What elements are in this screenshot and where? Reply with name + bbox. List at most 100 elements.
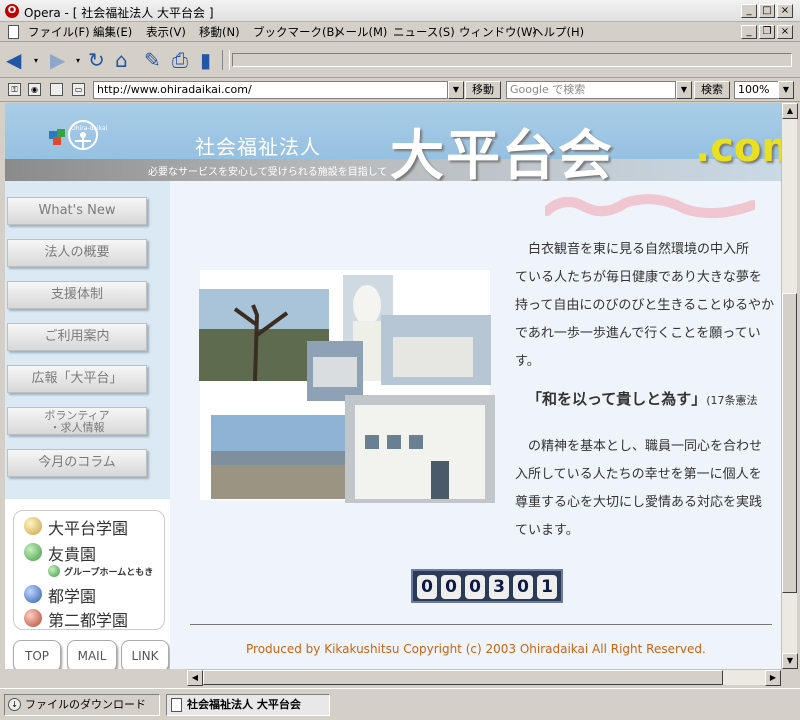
facility-miyako-2[interactable]: 第二都学園 xyxy=(24,607,128,631)
doc-close-button[interactable]: × xyxy=(777,25,793,39)
red-ball-icon xyxy=(24,609,42,627)
site-tagline: 必要なサービスを安心して受けられる施設を目指して xyxy=(148,167,388,178)
camera-icon[interactable]: ◉ xyxy=(28,83,41,96)
zoom-dropdown-icon[interactable]: ▼ xyxy=(778,81,794,99)
vertical-scrollbar[interactable]: ▲ ▼ xyxy=(781,103,798,669)
close-button[interactable]: × xyxy=(777,4,793,18)
page-viewport: Ohira-daikai 社会福祉法人 大平台会 .com 必要なサービスを安心… xyxy=(5,103,781,669)
print-icon[interactable]: ⎙ xyxy=(172,49,188,71)
go-button[interactable]: 移動 xyxy=(465,81,501,99)
hotlist-icon[interactable]: ✎ xyxy=(144,49,161,71)
maximize-button[interactable]: □ xyxy=(759,4,775,18)
back-dropdown-icon[interactable]: ▾ xyxy=(34,56,38,65)
zoom-field[interactable]: 100% xyxy=(734,81,782,99)
opera-logo-icon: O xyxy=(5,4,19,18)
menu-mail[interactable]: メール(M) xyxy=(334,24,387,40)
body-line-3: 尊重する心を大切にし愛情ある対応を実践 xyxy=(515,495,763,510)
facility-grouphome[interactable]: グループホームともき xyxy=(48,565,153,578)
page-info-icon[interactable] xyxy=(50,83,63,96)
mail-button[interactable]: MAIL xyxy=(67,640,117,669)
menu-edit[interactable]: 編集(E) xyxy=(93,24,132,40)
printer-icon[interactable]: ▭ xyxy=(72,83,85,96)
site-name: 大平台会 xyxy=(390,124,614,187)
downloads-tab[interactable]: ↓ ファイルのダウンロード xyxy=(4,694,160,716)
facility-miyako[interactable]: 都学園 xyxy=(24,583,96,607)
motto-note: (17条憲法 xyxy=(706,394,758,407)
reload-icon[interactable]: ↻ xyxy=(88,49,105,71)
back-icon[interactable]: ◀ xyxy=(6,49,21,71)
body-line-1: の精神を基本とし、職員一同心を合わせ xyxy=(528,439,763,454)
menu-news[interactable]: ニュース(S) xyxy=(393,24,455,40)
horizontal-scrollbar[interactable]: ◀ ▶ xyxy=(187,669,781,686)
site-header: Ohira-daikai 社会福祉法人 大平台会 .com 必要なサービスを安心… xyxy=(5,103,781,187)
menu-navigate[interactable]: 移動(N) xyxy=(199,24,240,40)
menu-view[interactable]: 表示(V) xyxy=(146,24,186,40)
scroll-right-icon[interactable]: ▶ xyxy=(765,670,781,686)
menu-help[interactable]: ヘルプ(H) xyxy=(532,24,584,40)
logo-text: Ohira-daikai xyxy=(71,125,108,132)
forward-icon[interactable]: ▶ xyxy=(50,49,65,71)
decorative-brush-stroke xyxy=(545,194,755,219)
counter-digit: 0 xyxy=(513,575,533,599)
facility-ohiradai[interactable]: 大平台学園 xyxy=(24,515,128,539)
gold-ball-icon xyxy=(24,517,42,535)
home-icon[interactable]: ⌂ xyxy=(115,49,128,71)
minimize-button[interactable]: _ xyxy=(741,4,757,18)
footer-divider xyxy=(190,624,772,625)
intro-line-2: ている人たちが毎日健康であり大きな夢を xyxy=(515,270,762,285)
status-bar: ↓ ファイルのダウンロード 社会福祉法人 大平台会 xyxy=(0,688,800,720)
nav-volunteer[interactable]: ボランティア ・求人情報 xyxy=(7,407,147,435)
title-bar: O Opera - [ 社会福祉法人 大平台会 ] _ □ × xyxy=(0,0,800,22)
menu-window[interactable]: ウィンドウ(W) xyxy=(459,24,537,40)
search-button[interactable]: 検索 xyxy=(694,81,730,99)
navigation-toolbar: ◀ ▾ ▶ ▾ ↻ ⌂ ✎ ⎙ ▮ xyxy=(0,42,800,78)
opera-window: O Opera - [ 社会福祉法人 大平台会 ] _ □ × ファイル(F) … xyxy=(0,0,800,720)
link-button[interactable]: LINK xyxy=(121,640,169,669)
counter-digit: 1 xyxy=(537,575,557,599)
scroll-down-icon[interactable]: ▼ xyxy=(782,653,798,669)
green-ball-icon xyxy=(24,543,42,561)
vertical-scroll-thumb[interactable] xyxy=(782,293,797,593)
lock-icon[interactable]: ⚿ xyxy=(8,83,21,96)
page-tab-icon xyxy=(171,698,182,712)
body-line-2: 入所している人たちの幸せを第一に個人を xyxy=(515,467,762,482)
nav-overview[interactable]: 法人の概要 xyxy=(7,239,147,267)
counter-digit: 0 xyxy=(441,575,461,599)
copyright-text: Produced by Kikakushitsu Copyright (c) 2… xyxy=(246,642,706,656)
scroll-up-icon[interactable]: ▲ xyxy=(782,103,798,119)
search-dropdown-icon[interactable]: ▼ xyxy=(676,81,692,99)
site-domain: .com xyxy=(695,125,781,171)
nav-guide[interactable]: ご利用案内 xyxy=(7,323,147,351)
top-button[interactable]: TOP xyxy=(13,640,61,669)
toolbar-spacer xyxy=(232,53,792,67)
nav-column[interactable]: 今月のコラム xyxy=(7,449,147,477)
intro-line-1: 白衣観音を東に見る自然環境の中入所 xyxy=(528,242,750,257)
intro-line-3: 持って自由にのびのびと生きることゆるやか xyxy=(515,298,775,313)
search-input[interactable]: Google で検索 xyxy=(506,81,676,99)
doc-minimize-button[interactable]: _ xyxy=(741,25,757,39)
url-dropdown-icon[interactable]: ▼ xyxy=(448,81,464,99)
menu-file[interactable]: ファイル(F) xyxy=(28,24,90,40)
nav-whats-new[interactable]: What's New xyxy=(7,197,147,225)
page-tab[interactable]: 社会福祉法人 大平台会 xyxy=(166,694,330,716)
facility-yukien[interactable]: 友貴園 xyxy=(24,541,96,565)
motto-text: 「和を以って貴しと為す」 xyxy=(527,390,707,408)
page-icon[interactable]: ▮ xyxy=(200,49,211,71)
doc-restore-button[interactable]: ❐ xyxy=(759,25,775,39)
site-nav: What's New 法人の概要 支援体制 ご利用案内 広報「大平台」 ボランテ… xyxy=(5,181,170,499)
counter-digit: 0 xyxy=(465,575,485,599)
forward-dropdown-icon[interactable]: ▾ xyxy=(76,56,80,65)
download-icon: ↓ xyxy=(8,698,21,711)
url-input[interactable]: http://www.ohiradaikai.com/ xyxy=(93,81,448,99)
org-type: 社会福祉法人 xyxy=(195,135,321,159)
nav-support[interactable]: 支援体制 xyxy=(7,281,147,309)
horizontal-scroll-thumb[interactable] xyxy=(203,670,723,685)
facility-list: 大平台学園 友貴園 グループホームともき 都学園 第二都学園 xyxy=(13,510,165,630)
menu-bar: ファイル(F) 編集(E) 表示(V) 移動(N) ブックマーク(B) メール(… xyxy=(0,22,800,42)
scroll-left-icon[interactable]: ◀ xyxy=(187,670,203,686)
nav-newsletter[interactable]: 広報「大平台」 xyxy=(7,365,147,393)
document-icon xyxy=(8,25,19,39)
address-toolbar: ⚿ ◉ ▭ http://www.ohiradaikai.com/ ▼ 移動 G… xyxy=(0,78,800,102)
blue-ball-icon xyxy=(24,585,42,603)
menu-bookmarks[interactable]: ブックマーク(B) xyxy=(253,24,339,40)
